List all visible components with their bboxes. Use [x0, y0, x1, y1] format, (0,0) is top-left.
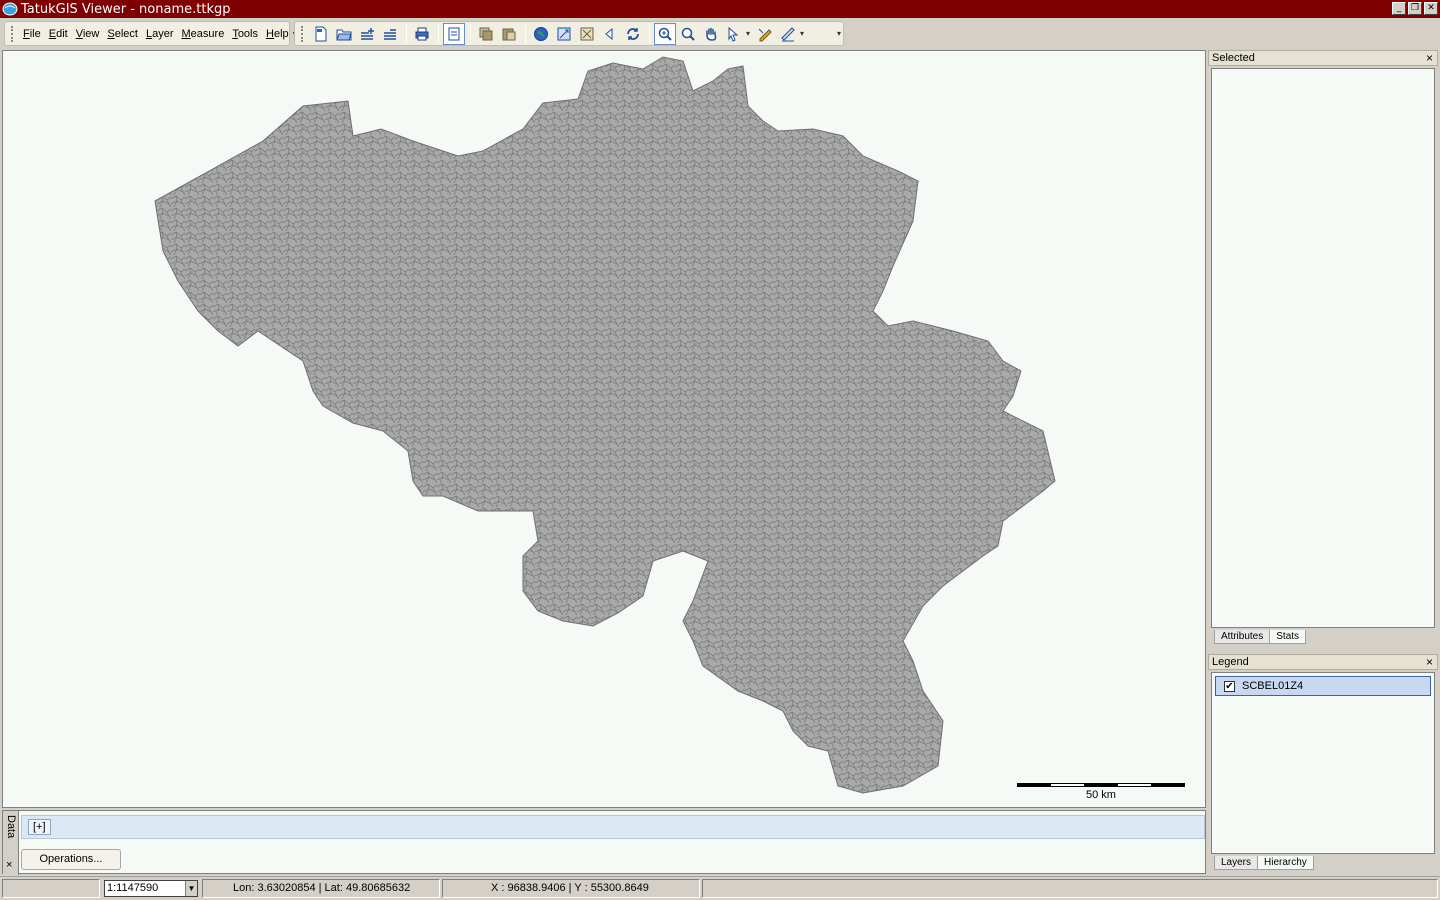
- copy-icon: [479, 27, 493, 40]
- copy-button[interactable]: [475, 23, 497, 45]
- print-icon: [415, 27, 429, 40]
- legend-layer-item[interactable]: ✔ SCBEL01Z4: [1215, 676, 1431, 696]
- zoom-extent-icon: [557, 27, 571, 40]
- tab-hierarchy[interactable]: Hierarchy: [1257, 856, 1314, 870]
- menu-help[interactable]: Help: [262, 28, 293, 40]
- menu-measure[interactable]: Measure: [178, 28, 229, 40]
- refresh-icon: [627, 27, 639, 40]
- open-button[interactable]: [333, 23, 355, 45]
- add-layer-button[interactable]: [356, 23, 378, 45]
- scale-dropdown-icon[interactable]: ▼: [185, 881, 197, 896]
- window-title: TatukGIS Viewer - noname.ttkgp: [21, 1, 231, 17]
- paste-icon: [502, 28, 516, 40]
- status-xy: X : 96838.9406 | Y : 55300.8649: [442, 879, 700, 898]
- app-globe-icon: [2, 2, 18, 16]
- select-dropdown-icon[interactable]: ▾: [746, 29, 750, 38]
- edit-tool-button[interactable]: [754, 23, 776, 45]
- selected-panel: Selected × Attributes Stats: [1208, 50, 1438, 648]
- legend-panel-body: ✔ SCBEL01Z4: [1211, 672, 1435, 854]
- menu-file[interactable]: File: [19, 28, 45, 40]
- data-panel: Data × [+] Operations...: [2, 810, 1206, 875]
- data-filter-strip: [+]: [21, 815, 1205, 839]
- legend-panel: Legend × ✔ SCBEL01Z4 Layers Hierarchy: [1208, 654, 1438, 874]
- tab-attributes[interactable]: Attributes: [1214, 630, 1271, 644]
- measure-tool-button[interactable]: [777, 23, 799, 45]
- open-icon: [336, 29, 352, 40]
- menu-select[interactable]: Select: [103, 28, 142, 40]
- paste-button[interactable]: [498, 23, 520, 45]
- layer-visibility-checkbox[interactable]: ✔: [1224, 680, 1235, 692]
- legend-panel-tabs: Layers Hierarchy: [1208, 854, 1438, 870]
- selected-panel-body: [1211, 68, 1435, 628]
- select-tool-button[interactable]: [723, 23, 745, 45]
- back-button[interactable]: [599, 23, 621, 45]
- title-bar: TatukGIS Viewer - noname.ttkgp _ ❐ ✕: [0, 0, 1440, 18]
- menu-layer[interactable]: Layer: [142, 28, 178, 40]
- scale-combo[interactable]: 1:1147590 ▼: [104, 880, 198, 897]
- main-toolbar: ▾ ▾ ▾: [294, 21, 844, 46]
- data-side-tab[interactable]: Data ×: [3, 811, 19, 875]
- operations-button[interactable]: Operations...: [21, 849, 121, 870]
- new-project-button[interactable]: [310, 23, 332, 45]
- data-panel-close-icon[interactable]: ×: [6, 859, 12, 871]
- scale-bar-label: 50 km: [1086, 789, 1116, 801]
- legend-panel-header: Legend ×: [1208, 654, 1438, 670]
- add-layer-icon: [361, 27, 374, 40]
- expand-button[interactable]: [+]: [28, 819, 51, 835]
- status-cell-extra: [702, 879, 1438, 898]
- export-icon: [448, 27, 460, 40]
- menu-grip[interactable]: [11, 25, 13, 42]
- menu-view[interactable]: View: [72, 28, 104, 40]
- status-bar: 1:1147590 ▼ Lon: 3.63020854 | Lat: 49.80…: [0, 876, 1440, 900]
- legend-layer-name: SCBEL01Z4: [1242, 680, 1304, 692]
- toolbar-grip[interactable]: [301, 25, 304, 42]
- menu-tools[interactable]: Tools: [228, 28, 262, 40]
- refresh-button[interactable]: [622, 23, 644, 45]
- remove-layer-icon: [384, 28, 396, 40]
- zoom-layer-icon: [580, 27, 594, 40]
- selected-panel-header: Selected ×: [1208, 50, 1438, 66]
- menu-edit[interactable]: Edit: [45, 28, 72, 40]
- selected-panel-close-icon[interactable]: ×: [1426, 51, 1433, 65]
- tab-layers[interactable]: Layers: [1214, 856, 1259, 870]
- measure-icon: [781, 26, 795, 41]
- zoom-out-icon: [681, 27, 695, 41]
- selected-panel-tabs: Attributes Stats: [1208, 628, 1438, 644]
- menu-bar: File Edit View Select Layer Measure Tool…: [4, 21, 297, 46]
- restore-button[interactable]: ❐: [1408, 2, 1422, 15]
- scale-bar: 50 km: [1017, 783, 1185, 801]
- new-icon: [315, 26, 327, 41]
- zoom-extent-button[interactable]: [553, 23, 575, 45]
- map-layer-regions: [154, 56, 1056, 794]
- legend-panel-title: Legend: [1212, 656, 1249, 668]
- minimize-button[interactable]: _: [1392, 2, 1406, 15]
- globe-button[interactable]: [530, 23, 552, 45]
- back-icon: [605, 27, 613, 40]
- selected-panel-title: Selected: [1212, 52, 1255, 64]
- measure-dropdown-icon[interactable]: ▾: [800, 29, 804, 38]
- pan-icon: [706, 27, 717, 41]
- data-tab-label: Data: [5, 815, 17, 839]
- scale-value: 1:1147590: [107, 882, 159, 894]
- select-icon: [728, 26, 739, 42]
- print-button[interactable]: [411, 23, 433, 45]
- pan-button[interactable]: [700, 23, 722, 45]
- globe-icon: [534, 26, 548, 41]
- status-cell-blank: [2, 879, 100, 898]
- toolbar-row: File Edit View Select Layer Measure Tool…: [0, 18, 1440, 48]
- zoom-icon: [658, 27, 672, 41]
- close-button[interactable]: ✕: [1424, 2, 1438, 15]
- toolbar-overflow-icon[interactable]: ▾: [837, 29, 841, 38]
- export-button[interactable]: [443, 22, 465, 45]
- map-view[interactable]: 50 km: [2, 50, 1206, 808]
- tab-stats[interactable]: Stats: [1269, 630, 1307, 644]
- legend-panel-close-icon[interactable]: ×: [1426, 655, 1433, 669]
- zoom-out-button[interactable]: [677, 23, 699, 45]
- status-lonlat: Lon: 3.63020854 | Lat: 49.80685632: [202, 879, 440, 898]
- zoom-layer-button[interactable]: [576, 23, 598, 45]
- remove-layer-button[interactable]: [379, 23, 401, 45]
- edit-icon: [758, 28, 772, 41]
- zoom-tool-button[interactable]: [654, 22, 676, 45]
